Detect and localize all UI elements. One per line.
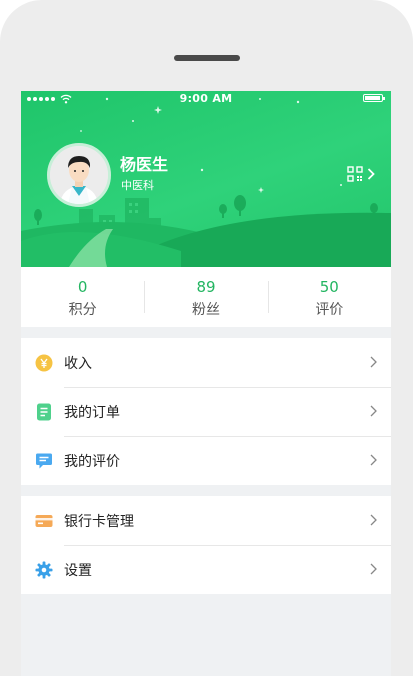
- menu-item-label: 我的订单: [64, 404, 120, 421]
- qr-code-icon: [347, 166, 363, 182]
- menu-group-settings: 银行卡管理 设置: [21, 496, 391, 594]
- chevron-right-icon: [370, 514, 377, 526]
- phone-speaker: [174, 55, 240, 61]
- doctor-avatar[interactable]: [47, 143, 111, 207]
- order-list-icon: [37, 403, 51, 421]
- stat-points-value: 0: [77, 278, 88, 296]
- profile-header: 9:00 AM 杨医生 中医科: [21, 91, 391, 267]
- qr-code-button[interactable]: [347, 165, 381, 183]
- phone-frame: 9:00 AM 杨医生 中医科 0 积分 89 粉丝 50 评价 收入 我的订单…: [0, 0, 413, 676]
- stat-points[interactable]: 0 积分: [21, 267, 144, 327]
- chevron-right-icon: [370, 405, 377, 417]
- menu-item-bank-cards[interactable]: 银行卡管理: [21, 496, 391, 545]
- menu-group-finance: 收入 我的订单 我的评价: [21, 338, 391, 485]
- doctor-name: 杨医生: [120, 155, 169, 174]
- stat-reviews[interactable]: 50 评价: [267, 267, 391, 327]
- chevron-right-icon: [370, 563, 377, 575]
- menu-item-orders[interactable]: 我的订单: [21, 387, 391, 436]
- yen-coin-icon: [35, 354, 53, 372]
- stat-fans[interactable]: 89 粉丝: [144, 267, 267, 327]
- chevron-right-icon: [367, 168, 375, 180]
- bank-card-icon: [35, 515, 53, 527]
- menu-item-settings[interactable]: 设置: [21, 545, 391, 594]
- stat-fans-value: 89: [196, 278, 216, 296]
- menu-item-label: 银行卡管理: [64, 513, 134, 530]
- stats-bar: 0 积分 89 粉丝 50 评价: [21, 267, 391, 327]
- comment-icon: [36, 453, 52, 469]
- menu-item-label: 我的评价: [64, 453, 120, 470]
- menu-item-label: 收入: [64, 355, 92, 372]
- doctor-avatar-image: [50, 146, 108, 204]
- app-screen: 9:00 AM 杨医生 中医科 0 积分 89 粉丝 50 评价 收入 我的订单…: [21, 91, 391, 676]
- menu-item-my-reviews[interactable]: 我的评价: [21, 436, 391, 485]
- chevron-right-icon: [370, 356, 377, 368]
- stat-reviews-label: 评价: [315, 302, 344, 318]
- stat-points-label: 积分: [68, 302, 97, 318]
- gear-icon: [35, 561, 53, 579]
- menu-item-income[interactable]: 收入: [21, 338, 391, 387]
- menu-item-label: 设置: [64, 562, 92, 579]
- doctor-department: 中医科: [121, 179, 154, 192]
- stat-reviews-value: 50: [319, 278, 339, 296]
- chevron-right-icon: [370, 454, 377, 466]
- stat-fans-label: 粉丝: [191, 302, 220, 318]
